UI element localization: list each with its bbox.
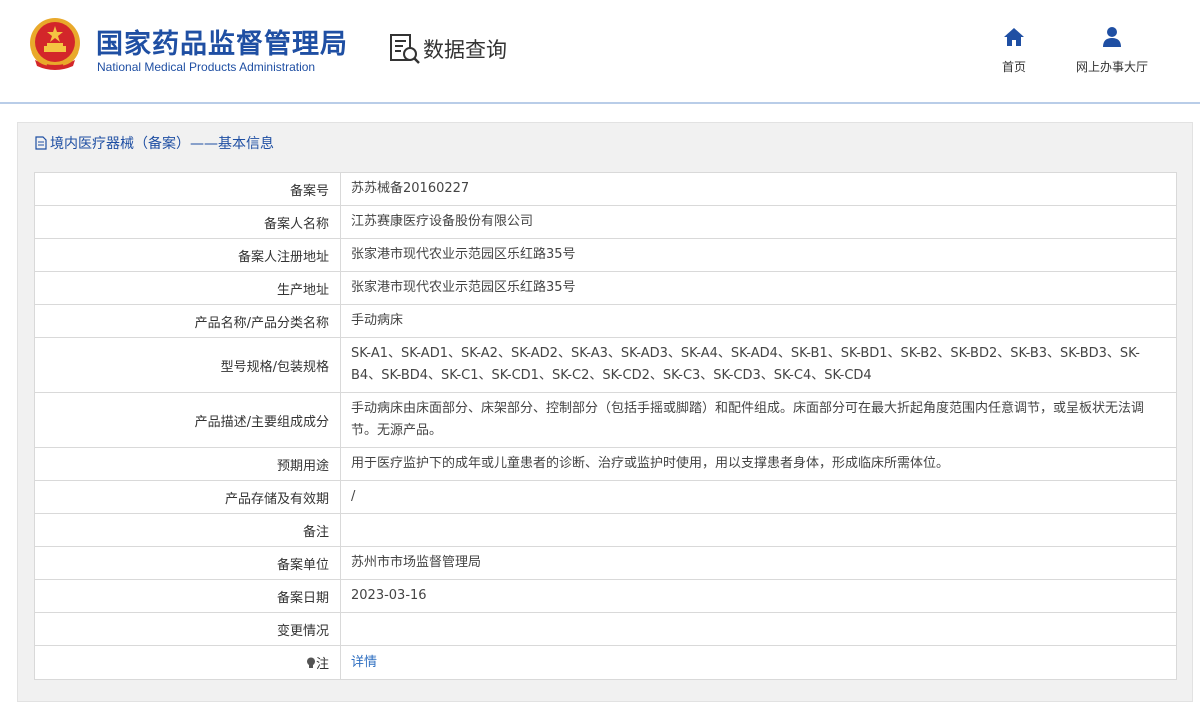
- row-label-note: 注: [34, 645, 341, 680]
- row-value: 张家港市现代农业示范园区乐红路35号: [340, 238, 1177, 272]
- table-row: 注 详情: [34, 645, 1177, 680]
- row-label: 备案日期: [34, 579, 341, 613]
- row-value: 手动病床: [340, 304, 1177, 338]
- table-row: 产品名称/产品分类名称 手动病床: [34, 304, 1177, 338]
- site-header: 国家药品监督管理局 National Medical Products Admi…: [0, 0, 1200, 103]
- data-query-icon: [390, 34, 420, 64]
- row-value: 手动病床由床面部分、床架部分、控制部分（包括手摇或脚踏）和配件组成。床面部分可在…: [340, 392, 1177, 448]
- row-value: 详情: [340, 645, 1177, 680]
- home-icon: [1004, 28, 1024, 46]
- lightbulb-icon: [306, 657, 315, 668]
- row-label: 备案单位: [34, 546, 341, 580]
- row-value: /: [340, 480, 1177, 514]
- row-label: 型号规格/包装规格: [34, 337, 341, 393]
- row-label: 产品存储及有效期: [34, 480, 341, 514]
- section-title: 境内医疗器械（备案）——基本信息: [35, 133, 274, 153]
- row-label: 生产地址: [34, 271, 341, 305]
- data-query-heading: 数据查询: [389, 32, 507, 66]
- data-query-label: 数据查询: [423, 38, 507, 62]
- row-value: SK-A1、SK-AD1、SK-A2、SK-AD2、SK-A3、SK-AD3、S…: [340, 337, 1177, 393]
- row-label: 产品描述/主要组成成分: [34, 392, 341, 448]
- nav-online-hall-label: 网上办事大厅: [1075, 60, 1148, 74]
- table-row: 变更情况: [34, 612, 1177, 646]
- row-label: 备注: [34, 513, 341, 547]
- table-row: 备案人名称 江苏赛康医疗设备股份有限公司: [34, 205, 1177, 239]
- row-value: 苏苏械备20160227: [340, 172, 1177, 206]
- table-row: 备案人注册地址 张家港市现代农业示范园区乐红路35号: [34, 238, 1177, 272]
- row-value: 江苏赛康医疗设备股份有限公司: [340, 205, 1177, 239]
- table-row: 产品描述/主要组成成分 手动病床由床面部分、床架部分、控制部分（包括手摇或脚踏）…: [34, 392, 1177, 448]
- detail-panel: 境内医疗器械（备案）——基本信息 备案号 苏苏械备20160227 备案人名称 …: [17, 122, 1193, 702]
- row-label: 备案人注册地址: [34, 238, 341, 272]
- document-icon: [35, 136, 47, 150]
- row-value: [340, 612, 1177, 646]
- row-value: 用于医疗监护下的成年或儿童患者的诊断、治疗或监护时使用，用以支撑患者身体，形成临…: [340, 447, 1177, 481]
- row-label: 备案号: [34, 172, 341, 206]
- table-row: 产品存储及有效期 /: [34, 480, 1177, 514]
- nav-home[interactable]: 首页: [996, 26, 1032, 75]
- table-row: 备案日期 2023-03-16: [34, 579, 1177, 613]
- section-title-text: 境内医疗器械（备案）——基本信息: [50, 136, 274, 152]
- row-value: 苏州市市场监督管理局: [340, 546, 1177, 580]
- site-title-en: National Medical Products Administration: [97, 60, 316, 74]
- row-label: 变更情况: [34, 612, 341, 646]
- table-row: 预期用途 用于医疗监护下的成年或儿童患者的诊断、治疗或监护时使用，用以支撑患者身…: [34, 447, 1177, 481]
- row-label: 备案人名称: [34, 205, 341, 239]
- details-link[interactable]: 详情: [351, 655, 377, 670]
- table-row: 生产地址 张家港市现代农业示范园区乐红路35号: [34, 271, 1177, 305]
- nav-home-label: 首页: [1001, 60, 1026, 74]
- table-row: 备案号 苏苏械备20160227: [34, 172, 1177, 206]
- table-row: 备注: [34, 513, 1177, 547]
- site-title-cn: 国家药品监督管理局: [96, 29, 348, 60]
- table-row: 型号规格/包装规格 SK-A1、SK-AD1、SK-A2、SK-AD2、SK-A…: [34, 337, 1177, 393]
- national-emblem-icon: [30, 18, 80, 70]
- header-divider: [0, 102, 1200, 104]
- nav-online-hall[interactable]: 网上办事大厅: [1066, 26, 1158, 75]
- row-value: 2023-03-16: [340, 579, 1177, 613]
- table-row: 备案单位 苏州市市场监督管理局: [34, 546, 1177, 580]
- row-label: 产品名称/产品分类名称: [34, 304, 341, 338]
- row-value: [340, 513, 1177, 547]
- row-value: 张家港市现代农业示范园区乐红路35号: [340, 271, 1177, 305]
- detail-table: 备案号 苏苏械备20160227 备案人名称 江苏赛康医疗设备股份有限公司 备案…: [34, 172, 1177, 680]
- user-icon: [1103, 27, 1121, 47]
- row-label-text: 注: [315, 657, 329, 672]
- row-label: 预期用途: [34, 447, 341, 481]
